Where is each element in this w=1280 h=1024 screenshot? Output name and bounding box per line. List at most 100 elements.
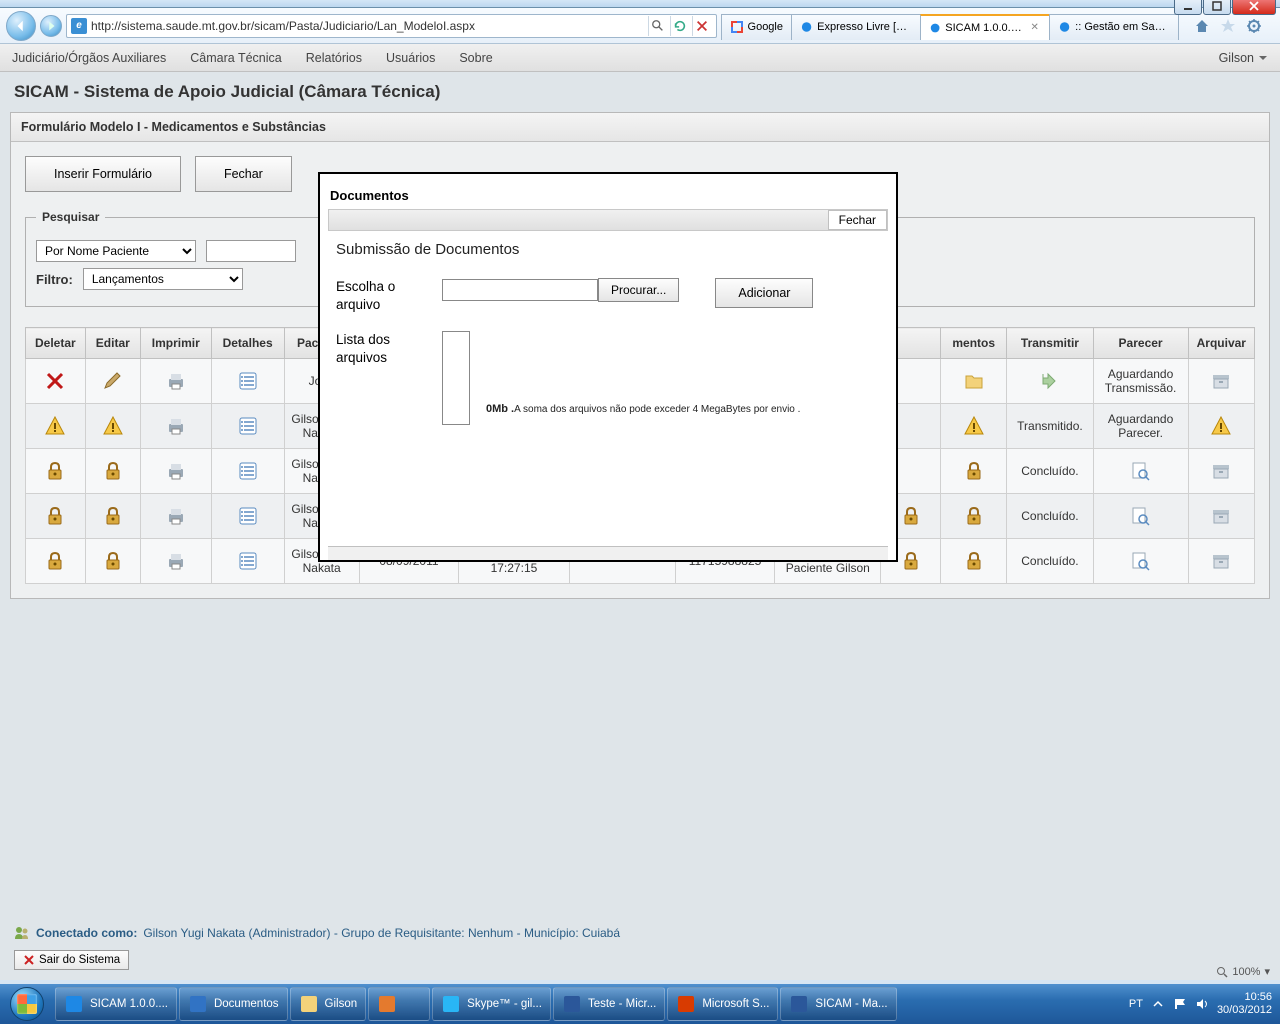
menu-usuarios[interactable]: Usuários: [386, 51, 435, 65]
print-cell[interactable]: [140, 404, 211, 449]
transmit-cell[interactable]: Concluído.: [1007, 539, 1093, 584]
menu-relatorios[interactable]: Relatórios: [306, 51, 362, 65]
details-cell[interactable]: [211, 539, 284, 584]
delete-icon[interactable]: [44, 505, 66, 527]
tools-icon[interactable]: [1246, 18, 1262, 34]
documents-cell[interactable]: [941, 494, 1007, 539]
stop-icon[interactable]: [692, 16, 712, 36]
edit-cell[interactable]: [85, 359, 140, 404]
browser-tab-0[interactable]: Google: [721, 14, 792, 40]
archive-icon[interactable]: [1210, 370, 1232, 392]
details-cell[interactable]: [211, 494, 284, 539]
logout-button[interactable]: Sair do Sistema: [14, 950, 129, 970]
menu-judiciario[interactable]: Judiciário/Órgãos Auxiliares: [12, 51, 166, 65]
browse-button[interactable]: Procurar...: [598, 278, 679, 302]
parecer-cell[interactable]: [1093, 494, 1188, 539]
delete-cell[interactable]: [26, 359, 86, 404]
print-icon[interactable]: [165, 370, 187, 392]
transmit-cell[interactable]: Transmitido.: [1007, 404, 1093, 449]
view-icon[interactable]: [1130, 550, 1152, 572]
file-path-input[interactable]: [442, 279, 598, 301]
taskbar-item-7[interactable]: SICAM - Ma...: [780, 987, 896, 1021]
documents-cell[interactable]: [941, 449, 1007, 494]
menu-camara[interactable]: Câmara Técnica: [190, 51, 281, 65]
edit-cell[interactable]: [85, 494, 140, 539]
delete-cell[interactable]: [26, 494, 86, 539]
archive-icon[interactable]: [1210, 460, 1232, 482]
close-form-button[interactable]: Fechar: [195, 156, 292, 192]
browser-tab-2[interactable]: SICAM 1.0.0.0 - ...✕: [920, 14, 1050, 40]
parecer-cell[interactable]: Aguardando Parecer.: [1093, 404, 1188, 449]
refresh-icon[interactable]: [670, 16, 690, 36]
print-icon[interactable]: [165, 550, 187, 572]
documents-icon[interactable]: [963, 460, 985, 482]
delete-cell[interactable]: [26, 449, 86, 494]
print-cell[interactable]: [140, 449, 211, 494]
transmit-cell[interactable]: Concluído.: [1007, 494, 1093, 539]
archive-icon[interactable]: [1210, 550, 1232, 572]
archive-icon[interactable]: [1210, 415, 1232, 437]
clock[interactable]: 10:56 30/03/2012: [1217, 991, 1272, 1017]
view-icon[interactable]: [1130, 505, 1152, 527]
add-file-button[interactable]: Adicionar: [715, 278, 813, 308]
details-icon[interactable]: [237, 460, 259, 482]
delete-icon[interactable]: [44, 415, 66, 437]
lock-icon[interactable]: [900, 550, 922, 572]
menu-sobre[interactable]: Sobre: [459, 51, 492, 65]
search-value-input[interactable]: [206, 240, 296, 262]
archive-icon[interactable]: [1210, 505, 1232, 527]
archive-cell[interactable]: [1188, 494, 1254, 539]
print-icon[interactable]: [165, 415, 187, 437]
zoom-indicator[interactable]: 100% ▾: [1216, 965, 1270, 978]
print-cell[interactable]: [140, 359, 211, 404]
documents-cell[interactable]: [941, 404, 1007, 449]
browser-tab-1[interactable]: Expresso Livre [Ex...: [791, 14, 921, 40]
edit-icon[interactable]: [102, 370, 124, 392]
delete-icon[interactable]: [44, 550, 66, 572]
system-tray[interactable]: PT 10:56 30/03/2012: [1121, 984, 1280, 1024]
print-cell[interactable]: [140, 539, 211, 584]
url-input[interactable]: [91, 16, 640, 36]
taskbar-item-4[interactable]: Skype™ - gil...: [432, 987, 551, 1021]
tray-expand-icon[interactable]: [1151, 997, 1165, 1011]
print-cell[interactable]: [140, 494, 211, 539]
language-indicator[interactable]: PT: [1129, 998, 1143, 1010]
home-icon[interactable]: [1194, 18, 1210, 34]
lock-icon[interactable]: [900, 505, 922, 527]
user-menu[interactable]: Gilson: [1219, 51, 1268, 65]
search-icon[interactable]: [648, 16, 668, 36]
delete-icon[interactable]: [44, 460, 66, 482]
documents-icon[interactable]: [963, 505, 985, 527]
window-close-button[interactable]: [1232, 0, 1276, 15]
edit-cell[interactable]: [85, 539, 140, 584]
file-list-box[interactable]: [442, 331, 470, 425]
parecer-cell[interactable]: [1093, 539, 1188, 584]
edit-cell[interactable]: [85, 449, 140, 494]
browser-tab-3[interactable]: :: Gestão em Saúd...: [1049, 14, 1179, 40]
transmit-icon[interactable]: [1039, 370, 1061, 392]
print-icon[interactable]: [165, 460, 187, 482]
details-icon[interactable]: [237, 415, 259, 437]
taskbar-item-0[interactable]: SICAM 1.0.0....: [55, 987, 177, 1021]
documents-icon[interactable]: [963, 370, 985, 392]
documents-cell[interactable]: [941, 539, 1007, 584]
edit-icon[interactable]: [102, 550, 124, 572]
documents-icon[interactable]: [963, 415, 985, 437]
parecer-cell[interactable]: [1093, 449, 1188, 494]
archive-cell[interactable]: [1188, 404, 1254, 449]
back-button[interactable]: [6, 11, 36, 41]
forward-button[interactable]: [40, 15, 62, 37]
search-by-select[interactable]: Por Nome Paciente: [36, 240, 196, 262]
documents-icon[interactable]: [963, 550, 985, 572]
window-maximize-button[interactable]: [1203, 0, 1231, 15]
transmit-cell[interactable]: [1007, 359, 1093, 404]
filter-select[interactable]: Lançamentos: [83, 268, 243, 290]
edit-cell[interactable]: [85, 404, 140, 449]
taskbar-item-6[interactable]: Microsoft S...: [667, 987, 778, 1021]
taskbar-item-1[interactable]: Documentos: [179, 987, 288, 1021]
details-icon[interactable]: [237, 370, 259, 392]
modal-scrollbar[interactable]: [328, 546, 888, 560]
window-minimize-button[interactable]: [1174, 0, 1202, 15]
edit-icon[interactable]: [102, 460, 124, 482]
edit-icon[interactable]: [102, 415, 124, 437]
